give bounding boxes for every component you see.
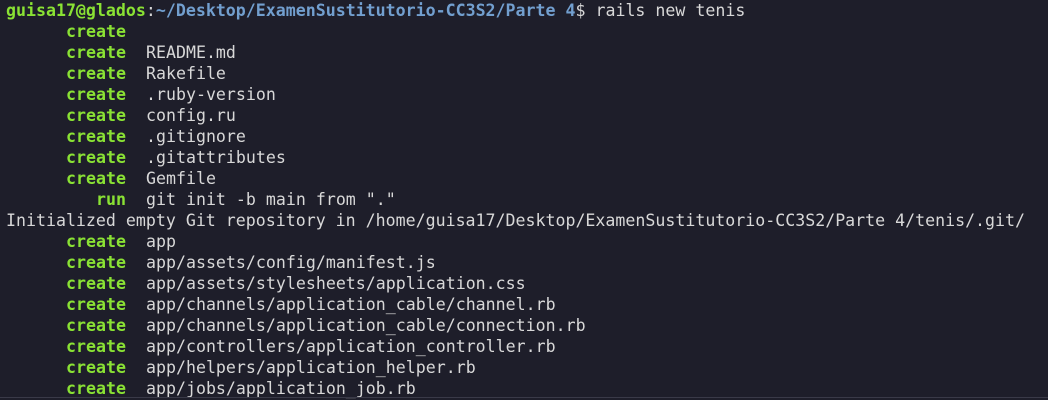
output-action: create xyxy=(66,316,126,335)
prompt-user-host: guisa17@glados xyxy=(6,1,146,20)
output-line: create README.md xyxy=(6,42,1048,63)
output-line: create config.ru xyxy=(6,105,1048,126)
output-target: README.md xyxy=(146,43,236,62)
output-target: app/channels/application_cable/connectio… xyxy=(146,316,586,335)
output-action: create xyxy=(66,85,126,104)
output-target: app/controllers/application_controller.r… xyxy=(146,337,556,356)
output-target: app xyxy=(146,232,176,251)
output-line: create .gitattributes xyxy=(6,147,1048,168)
output-line: create app/channels/application_cable/cha… xyxy=(6,294,1048,315)
output-target: .gitattributes xyxy=(146,148,286,167)
output-target: git init -b main from "." xyxy=(146,190,396,209)
output-target: config.ru xyxy=(146,106,236,125)
command-text: rails new tenis xyxy=(595,1,746,20)
output-target: app/helpers/application_helper.rb xyxy=(146,358,476,377)
output-action: create xyxy=(66,358,126,377)
output-line: create app/assets/config/manifest.js xyxy=(6,252,1048,273)
terminal-window[interactable]: guisa17@glados:~/Desktop/ExamenSustituto… xyxy=(0,0,1048,400)
output-line: create app/controllers/application_contro… xyxy=(6,336,1048,357)
output-line: create app/channels/application_cable/con… xyxy=(6,315,1048,336)
output-action: create xyxy=(66,295,126,314)
output-action: create xyxy=(66,148,126,167)
window-bottom-border xyxy=(0,397,1048,398)
output-target: Rakefile xyxy=(146,64,226,83)
output-action: create xyxy=(66,337,126,356)
output-line: create Gemfile xyxy=(6,168,1048,189)
output-action: create xyxy=(66,232,126,251)
output-line: create app/helpers/application_helper.rb xyxy=(6,357,1048,378)
output-line: create app/jobs/application_job.rb xyxy=(6,378,1048,399)
output-line: create .gitignore xyxy=(6,126,1048,147)
output-target: app/channels/application_cable/channel.r… xyxy=(146,295,556,314)
output-action: create xyxy=(66,64,126,83)
output-target: app/assets/stylesheets/application.css xyxy=(146,274,526,293)
prompt-line: guisa17@glados:~/Desktop/ExamenSustituto… xyxy=(6,0,1048,21)
prompt-separator: : xyxy=(145,1,156,20)
output-target: .ruby-version xyxy=(146,85,276,104)
output-target: app/jobs/application_job.rb xyxy=(146,379,416,398)
output-line: create Rakefile xyxy=(6,63,1048,84)
output-line: create xyxy=(6,21,1048,42)
output-line: run git init -b main from "." xyxy=(6,189,1048,210)
output-line: create app xyxy=(6,231,1048,252)
output-target: .gitignore xyxy=(146,127,246,146)
output-action: run xyxy=(96,190,126,209)
output-action: create xyxy=(66,127,126,146)
output-line: create .ruby-version xyxy=(6,84,1048,105)
output-action: create xyxy=(66,22,126,41)
output-action: create xyxy=(66,169,126,188)
output-target: app/assets/config/manifest.js xyxy=(146,253,436,272)
git-init-message: Initialized empty Git repository in /hom… xyxy=(6,211,1026,230)
output-action: create xyxy=(66,274,126,293)
output-line: create app/assets/stylesheets/application… xyxy=(6,273,1048,294)
output-action: create xyxy=(66,43,126,62)
output-target: Gemfile xyxy=(146,169,216,188)
prompt-path: ~/Desktop/ExamenSustitutorio-CC3S2/Parte… xyxy=(155,1,576,20)
output-action: create xyxy=(66,379,126,398)
prompt-dollar: $ xyxy=(575,1,586,20)
output-action: create xyxy=(66,253,126,272)
output-action: create xyxy=(66,106,126,125)
